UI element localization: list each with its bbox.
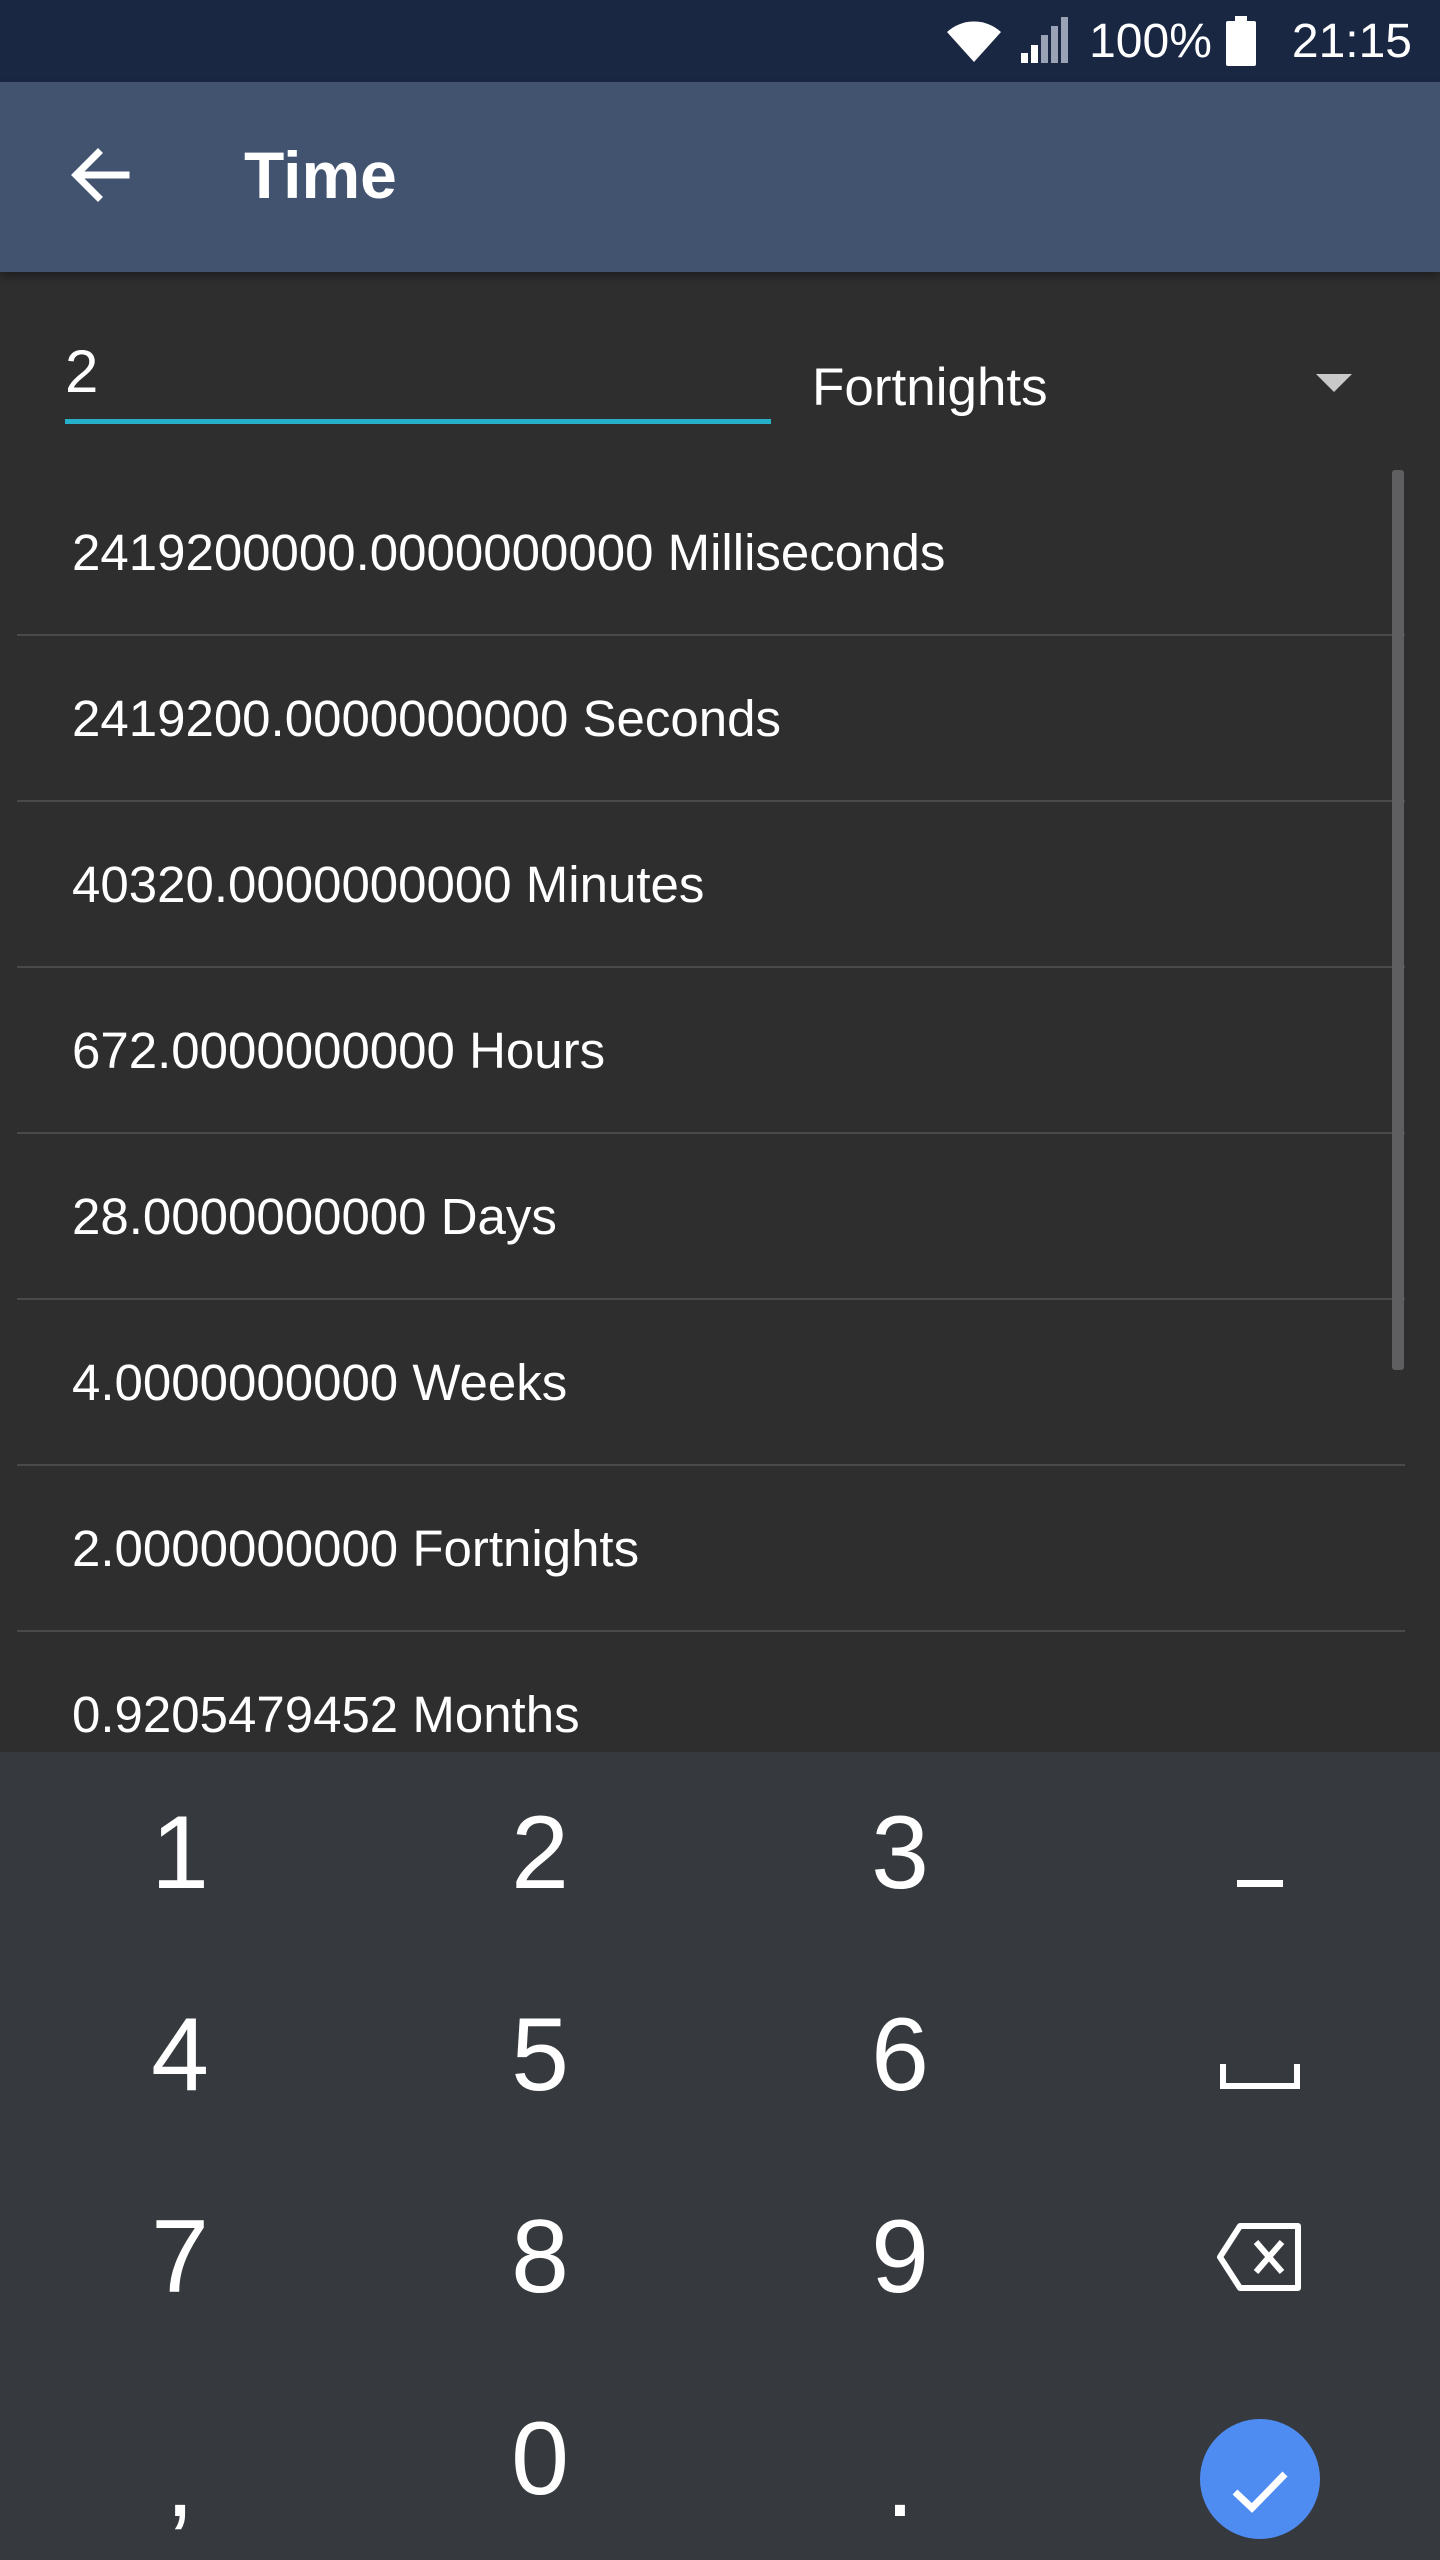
list-item[interactable]: 0.9205479452 Months [17, 1632, 1405, 1752]
key-9[interactable]: 9 [720, 2156, 1080, 2358]
dropdown-arrow-icon [1316, 374, 1352, 392]
key-decimal-label: . [885, 2422, 915, 2539]
result-text: 40320.0000000000 Minutes [72, 855, 705, 913]
results-list[interactable]: 2419200000.0000000000 Milliseconds 24192… [0, 470, 1440, 1752]
list-item[interactable]: 40320.0000000000 Minutes [17, 802, 1405, 968]
converter-input-row: Fortnights [0, 272, 1440, 452]
list-item[interactable]: 4.0000000000 Weeks [17, 1300, 1405, 1466]
list-item[interactable]: 672.0000000000 Hours [17, 968, 1405, 1134]
key-minus[interactable] [1080, 1752, 1440, 1954]
key-2[interactable]: 2 [360, 1752, 720, 1954]
key-7[interactable]: 7 [0, 2156, 360, 2358]
unit-dropdown[interactable]: Fortnights [812, 342, 1372, 432]
result-text: 2.0000000000 Fortnights [72, 1519, 640, 1577]
result-text: 0.9205479452 Months [72, 1685, 580, 1743]
result-text: 2419200000.0000000000 Milliseconds [72, 523, 946, 581]
key-1-label: 1 [151, 1794, 209, 1911]
arrow-left-icon [70, 147, 130, 208]
key-5[interactable]: 5 [360, 1954, 720, 2156]
key-2-label: 2 [511, 1794, 569, 1911]
screen: 100% 21:15 Time Fortnights 2 [0, 0, 1440, 2560]
key-6-label: 6 [871, 1996, 929, 2113]
key-6[interactable]: 6 [720, 1954, 1080, 2156]
key-8-label: 8 [511, 2198, 569, 2315]
key-0-label: 0 [511, 2400, 569, 2517]
key-8[interactable]: 8 [360, 2156, 720, 2358]
back-button[interactable] [50, 127, 150, 227]
key-4-label: 4 [151, 1996, 209, 2113]
minus-icon [1237, 1794, 1283, 1913]
signal-icon [1019, 17, 1069, 65]
battery-percent: 100% [1089, 14, 1212, 68]
app-bar: Time [0, 82, 1440, 272]
key-5-label: 5 [511, 1996, 569, 2113]
list-item[interactable]: 2419200.0000000000 Seconds [17, 636, 1405, 802]
key-comma[interactable]: , [0, 2358, 360, 2560]
value-input[interactable] [65, 336, 771, 424]
key-backspace[interactable] [1080, 2156, 1440, 2358]
key-9-label: 9 [871, 2198, 929, 2315]
result-text: 2419200.0000000000 Seconds [72, 689, 781, 747]
key-space[interactable] [1080, 1954, 1440, 2156]
key-1[interactable]: 1 [0, 1752, 360, 1954]
battery-icon [1225, 16, 1256, 66]
check-icon [1230, 2420, 1290, 2539]
list-item[interactable]: 2.0000000000 Fortnights [17, 1466, 1405, 1632]
space-icon [1220, 1996, 1300, 2115]
key-3[interactable]: 3 [720, 1752, 1080, 1954]
backspace-icon [1216, 2198, 1304, 2317]
done-button[interactable] [1200, 2419, 1320, 2539]
key-comma-label: , [165, 2422, 195, 2539]
key-3-label: 3 [871, 1794, 929, 1911]
result-text: 28.0000000000 Days [72, 1187, 557, 1245]
page-title: Time [244, 138, 397, 212]
key-0[interactable]: 0 [360, 2358, 720, 2560]
key-done[interactable] [1080, 2358, 1440, 2560]
scrollbar[interactable] [1392, 470, 1404, 1370]
list-item[interactable]: 28.0000000000 Days [17, 1134, 1405, 1300]
unit-dropdown-label: Fortnights [812, 357, 1048, 417]
status-bar: 100% 21:15 [0, 0, 1440, 82]
numeric-keypad: 1 2 3 4 5 6 7 8 9 , 0 . [0, 1752, 1440, 2560]
list-item[interactable]: 2419200000.0000000000 Milliseconds [17, 470, 1405, 636]
key-decimal[interactable]: . [720, 2358, 1080, 2560]
clock: 21:15 [1291, 14, 1412, 68]
key-7-label: 7 [151, 2198, 209, 2315]
result-text: 672.0000000000 Hours [72, 1021, 606, 1079]
wifi-icon [943, 18, 1005, 64]
result-text: 4.0000000000 Weeks [72, 1353, 568, 1411]
key-4[interactable]: 4 [0, 1954, 360, 2156]
